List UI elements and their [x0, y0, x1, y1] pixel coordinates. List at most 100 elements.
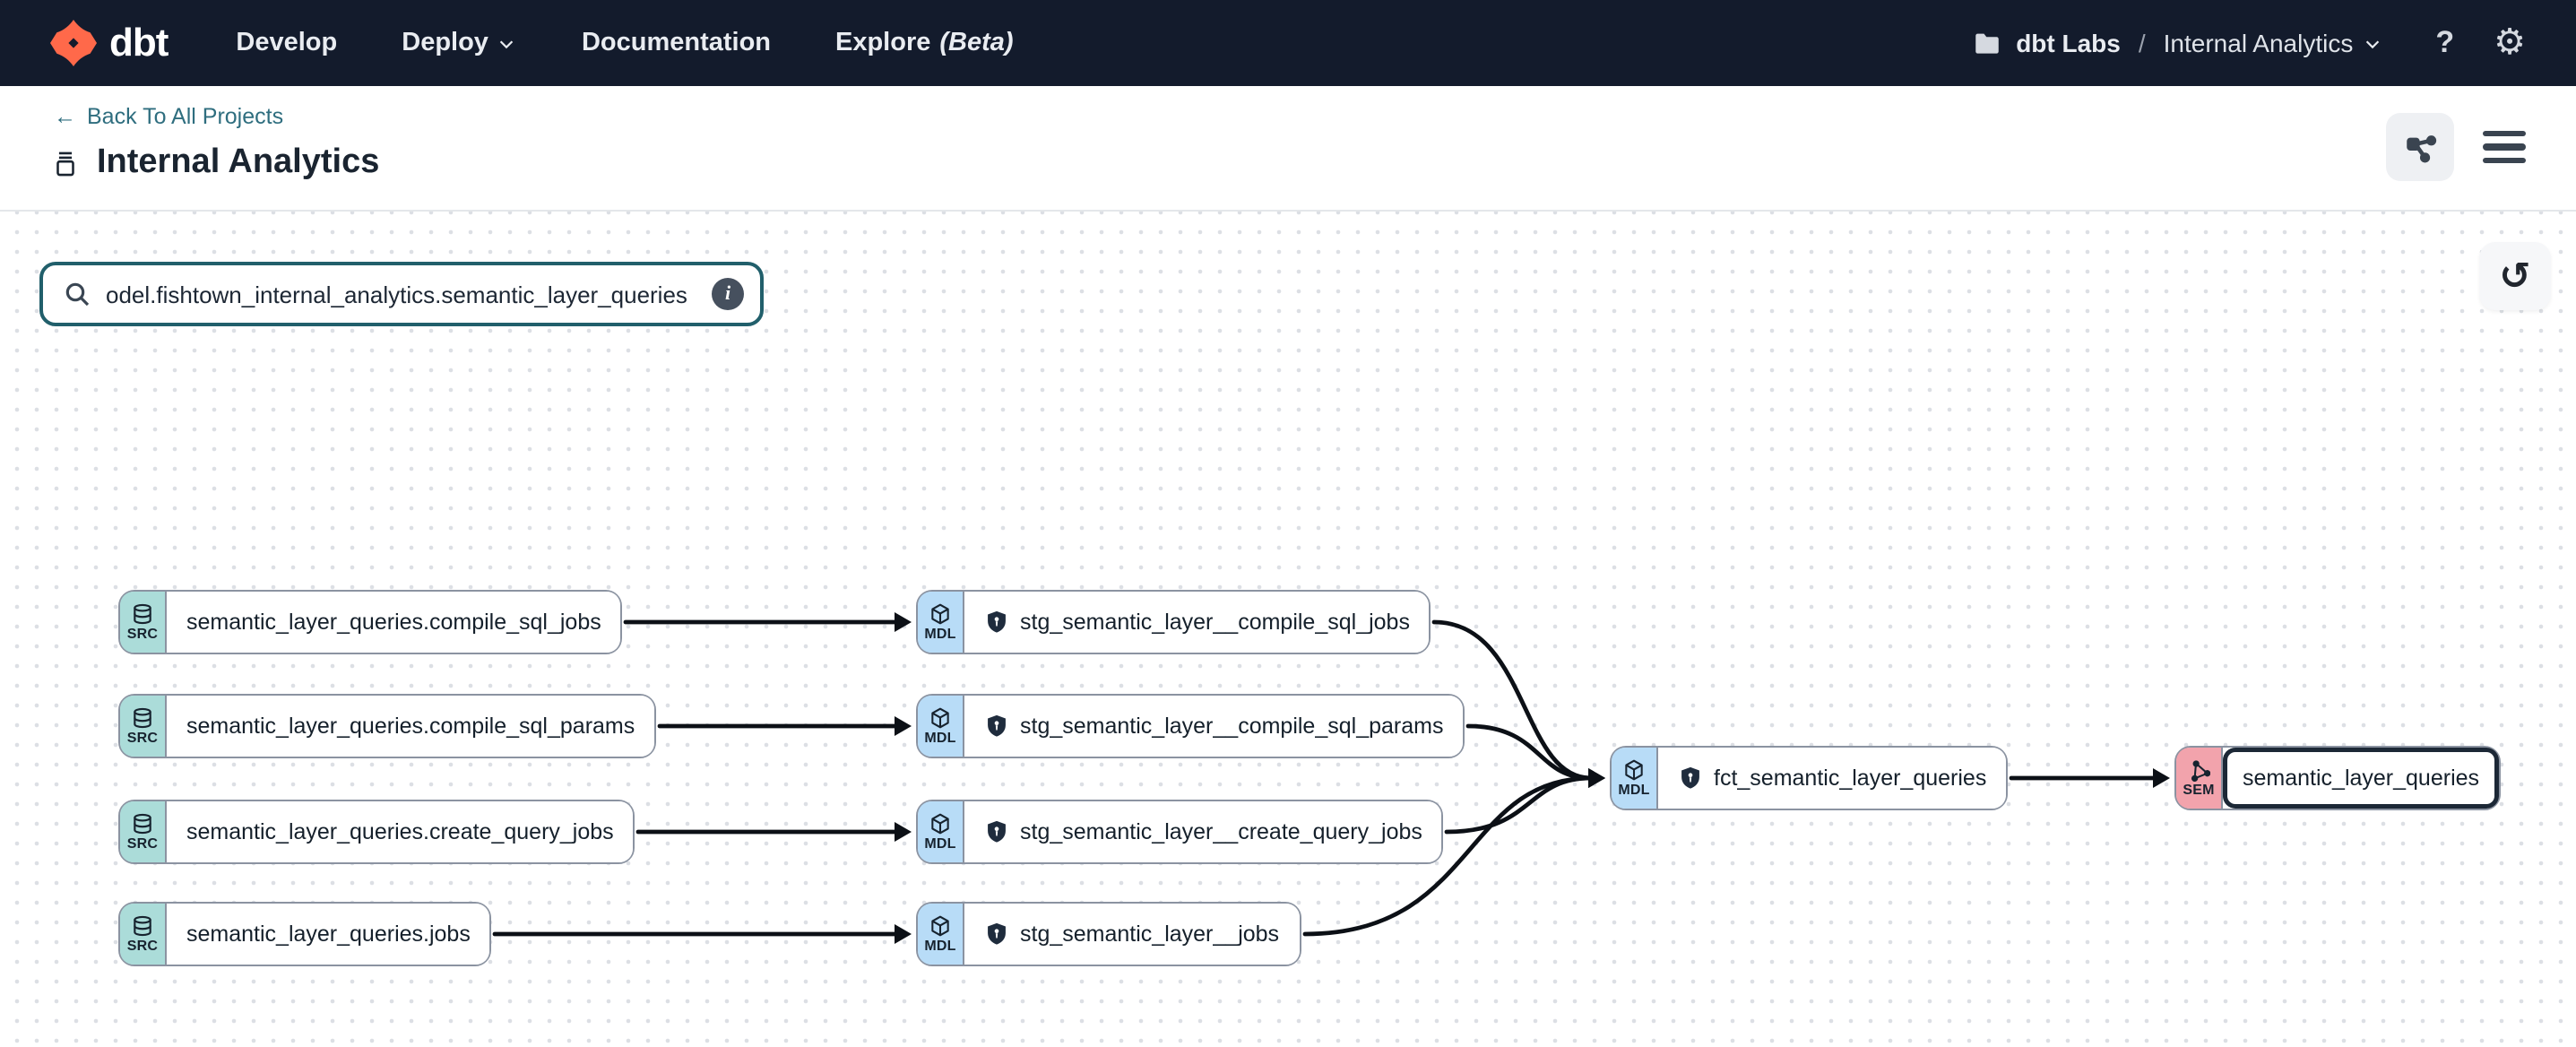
lineage-node-stg_compile_sql_params[interactable]: MDL stg_semantic_layer__compile_sql_param…: [916, 694, 1465, 758]
node-type-label: SEM: [2183, 783, 2214, 798]
node-label: stg_semantic_layer__compile_sql_params: [1020, 714, 1443, 739]
node-body: fct_semantic_layer_queries: [1658, 748, 2006, 809]
lineage-node-stg_jobs[interactable]: MDL stg_semantic_layer__jobs: [916, 902, 1301, 966]
node-body: semantic_layer_queries.jobs: [167, 904, 490, 965]
sem-type-icon: [2187, 758, 2210, 782]
app-window: dbt Develop Deploy Documentation Explore…: [0, 0, 2576, 1047]
lineage-node-src_compile_sql_params[interactable]: SRC semantic_layer_queries.compile_sql_pa…: [118, 694, 656, 758]
shield-icon: [1678, 766, 1703, 791]
node-label: semantic_layer_queries.jobs: [186, 922, 471, 947]
node-type-label: SRC: [127, 939, 158, 954]
account-breadcrumb: dbt Labs / Internal Analytics ? ⚙: [1971, 25, 2526, 61]
node-label: fct_semantic_layer_queries: [1714, 766, 1986, 791]
project-switcher[interactable]: Internal Analytics: [2164, 29, 2382, 57]
node-type-tab: MDL: [918, 801, 964, 862]
node-label: semantic_layer_queries: [2243, 766, 2479, 791]
node-type-tab: MDL: [1612, 748, 1658, 809]
lineage-node-stg_compile_sql_jobs[interactable]: MDL stg_semantic_layer__compile_sql_jobs: [916, 590, 1431, 654]
mdl-type-icon: [1622, 758, 1646, 782]
help-icon[interactable]: ?: [2435, 25, 2454, 61]
nav-item-develop[interactable]: Develop: [236, 29, 337, 57]
lineage-node-src_jobs[interactable]: SRC semantic_layer_queries.jobs: [118, 902, 492, 966]
dbt-logo[interactable]: dbt: [50, 20, 168, 66]
node-type-label: SRC: [127, 837, 158, 852]
node-type-tab: SRC: [120, 904, 167, 965]
node-type-label: MDL: [924, 731, 955, 746]
node-label: stg_semantic_layer__create_query_jobs: [1020, 819, 1422, 844]
search-input[interactable]: odel.fishtown_internal_analytics.semanti…: [106, 281, 697, 307]
page-title: Internal Analytics: [50, 143, 379, 183]
src-type-icon: [131, 602, 154, 626]
dbt-logo-text: dbt: [109, 20, 168, 66]
lineage-canvas[interactable]: SRC semantic_layer_queries.compile_sql_jo…: [0, 212, 2576, 1047]
lineage-node-sem_semantic_layer_queries[interactable]: SEM semantic_layer_queries: [2174, 746, 2501, 810]
folder-icon: [1971, 28, 2001, 58]
src-type-icon: [131, 706, 154, 730]
node-body: stg_semantic_layer__jobs: [964, 904, 1299, 965]
node-body: semantic_layer_queries.compile_sql_jobs: [167, 592, 621, 653]
node-type-tab: MDL: [918, 592, 964, 653]
node-body: semantic_layer_queries.create_query_jobs: [167, 801, 634, 862]
project-icon: [50, 148, 81, 178]
info-icon[interactable]: i: [712, 278, 744, 310]
lineage-node-src_compile_sql_jobs[interactable]: SRC semantic_layer_queries.compile_sql_jo…: [118, 590, 623, 654]
node-type-tab: MDL: [918, 696, 964, 757]
lineage-icon: [2401, 128, 2439, 166]
mdl-type-icon: [929, 914, 952, 938]
lineage-node-fct_semantic_layer_queries[interactable]: MDL fct_semantic_layer_queries: [1610, 746, 2008, 810]
search-icon: [63, 280, 91, 308]
node-label: semantic_layer_queries.compile_sql_jobs: [186, 610, 601, 635]
breadcrumb-separator: /: [2139, 29, 2146, 57]
node-type-label: SRC: [127, 627, 158, 642]
node-type-label: MDL: [924, 939, 955, 954]
shield-icon: [984, 819, 1009, 844]
node-type-label: MDL: [924, 837, 955, 852]
nav-item-deploy[interactable]: Deploy: [402, 29, 517, 57]
node-body: semantic_layer_queries: [2223, 748, 2499, 809]
node-type-tab: SRC: [120, 801, 167, 862]
node-body: stg_semantic_layer__compile_sql_params: [964, 696, 1463, 757]
lineage-view-button[interactable]: [2386, 113, 2454, 181]
beta-badge: (Beta): [939, 29, 1013, 57]
lineage-search[interactable]: odel.fishtown_internal_analytics.semanti…: [39, 262, 764, 326]
node-label: stg_semantic_layer__jobs: [1020, 922, 1279, 947]
node-type-label: SRC: [127, 731, 158, 746]
chevron-down-icon: [2362, 33, 2382, 53]
org-switcher[interactable]: dbt Labs: [1971, 28, 2121, 58]
top-navbar: dbt Develop Deploy Documentation Explore…: [0, 0, 2576, 86]
menu-button[interactable]: [2483, 123, 2526, 170]
nav-items: Develop Deploy Documentation Explore (Be…: [236, 29, 1013, 57]
node-type-label: MDL: [1618, 783, 1649, 798]
node-body: stg_semantic_layer__compile_sql_jobs: [964, 592, 1430, 653]
nav-item-explore[interactable]: Explore (Beta): [835, 29, 1014, 57]
header-actions: [2386, 113, 2526, 181]
chevron-down-icon: [497, 33, 517, 53]
node-type-tab: SRC: [120, 696, 167, 757]
lineage-node-src_create_query_jobs[interactable]: SRC semantic_layer_queries.create_query_j…: [118, 800, 635, 864]
mdl-type-icon: [929, 812, 952, 835]
mdl-type-icon: [929, 706, 952, 730]
back-to-projects-link[interactable]: ← Back To All Projects: [54, 104, 283, 129]
node-body: stg_semantic_layer__create_query_jobs: [964, 801, 1442, 862]
src-type-icon: [131, 812, 154, 835]
hamburger-icon: [2483, 130, 2526, 135]
shield-icon: [984, 610, 1009, 635]
node-type-tab: MDL: [918, 904, 964, 965]
back-arrow-icon: ←: [54, 104, 76, 129]
page-header: ← Back To All Projects Internal Analytic…: [0, 86, 2576, 212]
node-label: stg_semantic_layer__compile_sql_jobs: [1020, 610, 1410, 635]
node-label: semantic_layer_queries.create_query_jobs: [186, 819, 614, 844]
node-type-label: MDL: [924, 627, 955, 642]
reset-icon: ↺: [2499, 254, 2530, 299]
lineage-node-stg_create_query_jobs[interactable]: MDL stg_semantic_layer__create_query_jobs: [916, 800, 1444, 864]
shield-icon: [984, 714, 1009, 739]
node-type-tab: SRC: [120, 592, 167, 653]
dbt-logo-icon: [50, 20, 97, 66]
nav-item-documentation[interactable]: Documentation: [582, 29, 771, 57]
reset-view-button[interactable]: ↺: [2479, 242, 2551, 310]
node-body: semantic_layer_queries.compile_sql_param…: [167, 696, 654, 757]
node-label: semantic_layer_queries.compile_sql_param…: [186, 714, 635, 739]
gear-icon[interactable]: ⚙: [2494, 25, 2526, 61]
shield-icon: [984, 922, 1009, 947]
mdl-type-icon: [929, 602, 952, 626]
